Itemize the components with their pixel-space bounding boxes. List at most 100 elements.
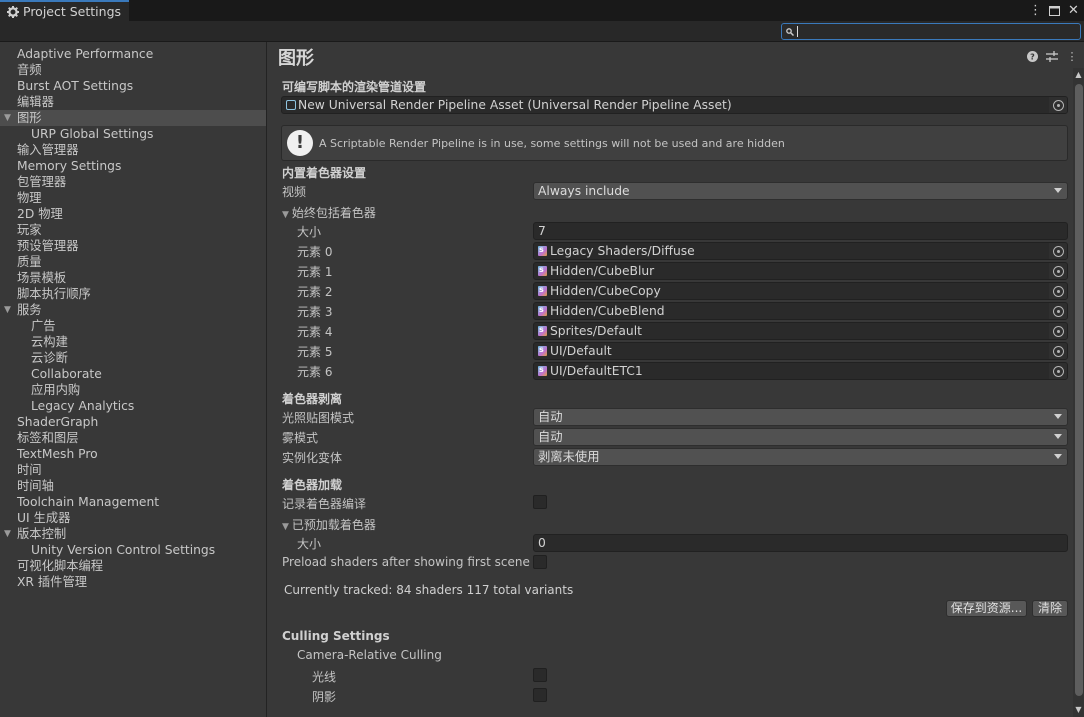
- object-picker-button[interactable]: [1049, 283, 1067, 299]
- fog-mode-dropdown[interactable]: 自动: [533, 428, 1068, 446]
- target-icon: [1052, 325, 1064, 337]
- save-to-asset-button[interactable]: 保存到资源...: [946, 600, 1027, 617]
- sidebar-item-label: UI 生成器: [17, 511, 71, 525]
- sidebar-item[interactable]: Collaborate: [0, 366, 266, 382]
- foldout-arrow-icon[interactable]: ▼: [4, 526, 11, 542]
- element-label: 元素 2: [297, 285, 333, 299]
- sidebar-item[interactable]: 物理: [0, 190, 266, 206]
- sidebar-item[interactable]: 2D 物理: [0, 206, 266, 222]
- page-title: 图形: [278, 48, 314, 69]
- preloaded-shaders-foldout[interactable]: ▼ 已预加载着色器: [282, 516, 376, 533]
- sidebar-item[interactable]: ▼ 服务: [0, 302, 266, 318]
- object-picker-button[interactable]: [1049, 303, 1067, 319]
- sidebar-item[interactable]: 预设管理器: [0, 238, 266, 254]
- clear-button[interactable]: 清除: [1032, 600, 1068, 617]
- fog-mode-value: 自动: [538, 430, 563, 444]
- scroll-down-icon[interactable]: ▼: [1074, 705, 1083, 715]
- sidebar-item[interactable]: 输入管理器: [0, 142, 266, 158]
- always-included-foldout[interactable]: ▼ 始终包括着色器: [282, 204, 376, 221]
- sidebar-item[interactable]: Toolchain Management: [0, 494, 266, 510]
- sidebar-item[interactable]: Adaptive Performance: [0, 46, 266, 62]
- camera-relative-culling-label: Camera-Relative Culling: [297, 648, 442, 662]
- sidebar-item[interactable]: Legacy Analytics: [0, 398, 266, 414]
- sidebar-item[interactable]: URP Global Settings: [0, 126, 266, 142]
- sidebar-item[interactable]: 标签和图层: [0, 430, 266, 446]
- sidebar-item[interactable]: 应用内购: [0, 382, 266, 398]
- sidebar-item[interactable]: UI 生成器: [0, 510, 266, 526]
- srp-section-header: 可编写脚本的渲染管道设置: [282, 80, 427, 94]
- lightmap-mode-dropdown[interactable]: 自动: [533, 408, 1068, 426]
- scroll-up-icon[interactable]: ▲: [1074, 70, 1083, 80]
- object-picker-button[interactable]: [1049, 363, 1067, 379]
- sidebar-item-label: 预设管理器: [17, 239, 79, 253]
- sidebar-item[interactable]: 音频: [0, 62, 266, 78]
- shader-object-field[interactable]: UI/Default: [533, 342, 1068, 360]
- tab-project-settings[interactable]: Project Settings: [0, 0, 129, 21]
- shader-object-field[interactable]: Sprites/Default: [533, 322, 1068, 340]
- foldout-arrow-icon[interactable]: ▼: [4, 110, 11, 126]
- sidebar-item[interactable]: TextMesh Pro: [0, 446, 266, 462]
- sidebar-item[interactable]: 场景模板: [0, 270, 266, 286]
- log-compilation-label: 记录着色器编译: [282, 497, 367, 511]
- chevron-down-icon: [1054, 414, 1062, 419]
- sidebar-item[interactable]: 云构建: [0, 334, 266, 350]
- size-input[interactable]: 7: [533, 222, 1068, 240]
- sidebar-item-label: 物理: [17, 191, 42, 205]
- object-picker-button[interactable]: [1049, 263, 1067, 279]
- sidebar-item[interactable]: 可视化脚本编程: [0, 558, 266, 574]
- shadows-checkbox[interactable]: [533, 688, 547, 702]
- shader-object-field[interactable]: Hidden/CubeBlend: [533, 302, 1068, 320]
- sidebar-item[interactable]: 编辑器: [0, 94, 266, 110]
- shader-object-field[interactable]: Legacy Shaders/Diffuse: [533, 242, 1068, 260]
- shader-name: Hidden/CubeCopy: [550, 284, 661, 298]
- maximize-icon[interactable]: [1048, 3, 1061, 19]
- help-icon[interactable]: ?: [1026, 50, 1038, 62]
- sidebar-item[interactable]: 广告: [0, 318, 266, 334]
- sidebar-item[interactable]: ▼ 版本控制: [0, 526, 266, 542]
- object-picker-button[interactable]: [1049, 243, 1067, 259]
- sidebar-item[interactable]: 质量: [0, 254, 266, 270]
- sidebar-item[interactable]: 时间: [0, 462, 266, 478]
- shader-object-field[interactable]: Hidden/CubeCopy: [533, 282, 1068, 300]
- sidebar-item[interactable]: ShaderGraph: [0, 414, 266, 430]
- preload-after-first-scene-checkbox[interactable]: [533, 555, 547, 569]
- sidebar-item[interactable]: 包管理器: [0, 174, 266, 190]
- sidebar-item[interactable]: 脚本执行顺序: [0, 286, 266, 302]
- sidebar-item[interactable]: 玩家: [0, 222, 266, 238]
- instancing-variants-dropdown[interactable]: 剥离未使用: [533, 448, 1068, 466]
- srp-asset-field[interactable]: New Universal Render Pipeline Asset (Uni…: [281, 96, 1068, 114]
- preloaded-shaders-label: 已预加载着色器: [291, 518, 376, 532]
- more-icon[interactable]: ⋮: [1029, 3, 1042, 19]
- shader-object-field[interactable]: Hidden/CubeBlur: [533, 262, 1068, 280]
- object-picker-button[interactable]: [1049, 323, 1067, 339]
- close-icon[interactable]: ✕: [1067, 3, 1080, 19]
- sidebar-item[interactable]: XR 插件管理: [0, 574, 266, 590]
- always-included-label: 始终包括着色器: [291, 206, 376, 220]
- search-input[interactable]: [781, 23, 1081, 40]
- preloaded-size-label: 大小: [297, 537, 322, 551]
- shader-object-field[interactable]: UI/DefaultETC1: [533, 362, 1068, 380]
- sidebar-item-label: 输入管理器: [17, 143, 79, 157]
- log-compilation-checkbox[interactable]: [533, 495, 547, 509]
- sidebar-item[interactable]: 云诊断: [0, 350, 266, 366]
- sidebar-item[interactable]: Memory Settings: [0, 158, 266, 174]
- sidebar-item[interactable]: Unity Version Control Settings: [0, 542, 266, 558]
- tab-title: Project Settings: [23, 4, 122, 19]
- preloaded-size-input[interactable]: 0: [533, 534, 1068, 552]
- object-picker-button[interactable]: [1049, 343, 1067, 359]
- sidebar-item-label: 广告: [31, 319, 56, 333]
- lights-checkbox[interactable]: [533, 668, 547, 682]
- sidebar-item[interactable]: Burst AOT Settings: [0, 78, 266, 94]
- preset-icon[interactable]: [1046, 50, 1058, 62]
- object-picker-button[interactable]: [1049, 97, 1067, 113]
- sidebar-item[interactable]: 时间轴: [0, 478, 266, 494]
- shader-icon: [538, 323, 547, 338]
- more-icon[interactable]: ⋮: [1066, 50, 1078, 63]
- foldout-arrow-icon[interactable]: ▼: [4, 302, 11, 318]
- scrollbar-thumb[interactable]: [1075, 84, 1083, 696]
- vertical-scrollbar[interactable]: ▲ ▼: [1073, 68, 1084, 717]
- video-dropdown[interactable]: Always include: [533, 182, 1068, 200]
- instancing-variants-label: 实例化变体: [282, 451, 343, 465]
- shader-name: Legacy Shaders/Diffuse: [550, 244, 695, 258]
- sidebar-item[interactable]: ▼ 图形: [0, 110, 266, 126]
